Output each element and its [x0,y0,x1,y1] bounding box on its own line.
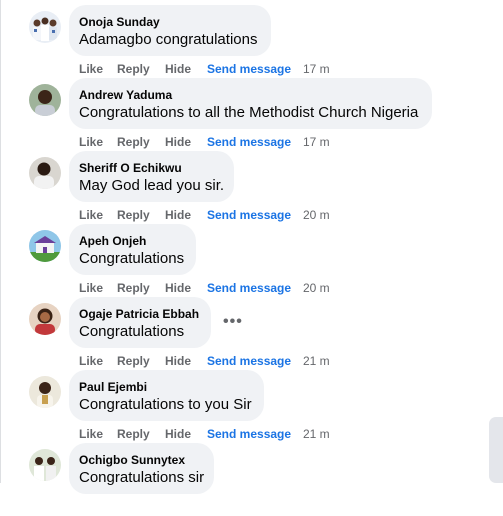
like-button[interactable]: Like [79,354,103,368]
hide-button[interactable]: Hide [165,427,191,441]
comment-timestamp[interactable]: 20 m [303,208,330,222]
comment-author[interactable]: Andrew Yaduma [79,88,172,102]
comment-author[interactable]: Onoja Sunday [79,15,160,29]
scrollbar[interactable] [489,417,503,483]
send-message-button[interactable]: Send message [207,281,291,295]
group-photo-avatar-icon[interactable] [29,449,61,481]
comment-author[interactable]: Ochigbo Sunnytex [79,453,185,467]
hide-button[interactable]: Hide [165,135,191,149]
send-message-button[interactable]: Send message [207,208,291,222]
reply-button[interactable]: Reply [117,427,150,441]
like-button[interactable]: Like [79,427,103,441]
portrait-avatar-icon[interactable] [29,376,61,408]
comment-bubble: Ogaje Patricia Ebbah Congratulations [69,297,211,348]
comment-timestamp[interactable]: 21 m [303,427,330,441]
like-button[interactable]: Like [79,281,103,295]
comment-bubble: Apeh Onjeh Congratulations [69,224,196,275]
reply-button[interactable]: Reply [117,62,150,76]
comment-text: Congratulations to you Sir [79,396,252,413]
like-button[interactable]: Like [79,62,103,76]
comment: Apeh Onjeh Congratulations Like Reply Hi… [0,224,503,297]
comment-timestamp[interactable]: 17 m [303,62,330,76]
reply-button[interactable]: Reply [117,281,150,295]
group-photo-avatar-icon[interactable] [29,11,61,43]
comment-text: Congratulations [79,323,185,340]
send-message-button[interactable]: Send message [207,62,291,76]
comment: Ochigbo Sunnytex Congratulations sir [0,443,503,516]
comment-timestamp[interactable]: 21 m [303,354,330,368]
comment-bubble: Ochigbo Sunnytex Congratulations sir [69,443,214,494]
comment: Onoja Sunday Adamagbo congratulations Li… [0,5,503,78]
reply-button[interactable]: Reply [117,354,150,368]
like-button[interactable]: Like [79,135,103,149]
reply-button[interactable]: Reply [117,208,150,222]
comment-timestamp[interactable]: 17 m [303,135,330,149]
comment-text: Congratulations [79,250,185,267]
like-button[interactable]: Like [79,208,103,222]
send-message-button[interactable]: Send message [207,135,291,149]
portrait-avatar-icon[interactable] [29,157,61,189]
comment-bubble: Sheriff O Echikwu May God lead you sir. [69,151,234,202]
hide-button[interactable]: Hide [165,208,191,222]
comment-bubble: Onoja Sunday Adamagbo congratulations [69,5,271,56]
more-options-icon[interactable]: ••• [223,314,243,330]
comment-bubble: Paul Ejembi Congratulations to you Sir [69,370,264,421]
comment-text: Congratulations sir [79,469,205,486]
comment: Paul Ejembi Congratulations to you Sir L… [0,370,503,443]
comment-author[interactable]: Apeh Onjeh [79,234,146,248]
comment: Ogaje Patricia Ebbah Congratulations •••… [0,297,503,370]
portrait-avatar-icon[interactable] [29,84,61,116]
send-message-button[interactable]: Send message [207,427,291,441]
comment: Sheriff O Echikwu May God lead you sir. … [0,151,503,224]
comment-text: May God lead you sir. [79,177,225,194]
church-building-avatar-icon[interactable] [29,230,61,262]
comment-author[interactable]: Ogaje Patricia Ebbah [79,307,199,321]
hide-button[interactable]: Hide [165,281,191,295]
hide-button[interactable]: Hide [165,354,191,368]
comment-text: Congratulations to all the Methodist Chu… [79,104,419,121]
comment-author[interactable]: Paul Ejembi [79,380,147,394]
comment-author[interactable]: Sheriff O Echikwu [79,161,182,175]
comment-timestamp[interactable]: 20 m [303,281,330,295]
hide-button[interactable]: Hide [165,62,191,76]
portrait-avatar-icon[interactable] [29,303,61,335]
comment-text: Adamagbo congratulations [79,31,258,48]
comment: Andrew Yaduma Congratulations to all the… [0,78,503,151]
reply-button[interactable]: Reply [117,135,150,149]
comment-bubble: Andrew Yaduma Congratulations to all the… [69,78,432,129]
send-message-button[interactable]: Send message [207,354,291,368]
